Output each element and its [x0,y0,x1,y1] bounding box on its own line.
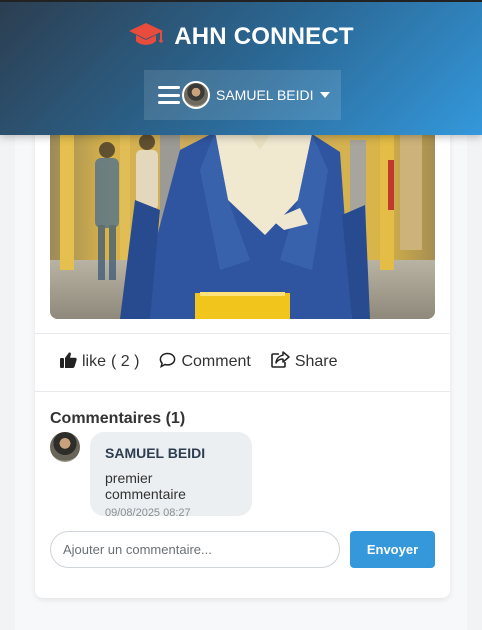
comment-text: premier commentaire [105,470,186,502]
divider [35,333,450,334]
hamburger-icon[interactable] [158,86,180,104]
user-avatar [182,81,210,109]
comment-button[interactable]: Comment [159,352,251,373]
caret-down-icon [319,92,330,98]
thumbs-up-icon [60,351,77,373]
user-name: SAMUEL BEIDI [216,87,314,103]
header-top-border [0,0,482,2]
user-menu-toggle[interactable]: SAMUEL BEIDI [144,70,341,120]
graduation-cap-icon [128,22,164,53]
brand-title: AHN CONNECT [174,23,354,50]
comment-bubble-icon [159,352,176,373]
like-count: ( 2 ) [111,353,140,370]
share-button[interactable]: Share [271,351,338,373]
divider [35,391,450,392]
comment-date: 09/08/2025 08:27 [105,507,191,519]
post-actions: like ( 2 ) Comment Share [60,350,338,374]
like-label: like [82,353,107,370]
share-icon [271,351,290,373]
brand[interactable]: AHN CONNECT [0,22,482,52]
comment-label: Comment [181,353,251,370]
post-image[interactable] [50,120,435,319]
comments-title: Commentaires (1) [50,410,186,427]
comment-input[interactable] [50,531,340,568]
post-photo-graphic [50,120,435,319]
comment-bubble: SAMUEL BEIDI premier commentaire 09/08/2… [90,432,252,519]
comment-author[interactable]: SAMUEL BEIDI [105,445,237,461]
app-header: AHN CONNECT SAMUEL BEIDI [0,0,482,135]
share-label: Share [294,353,338,370]
send-comment-button[interactable]: Envoyer [350,531,435,568]
like-button[interactable]: like ( 2 ) [60,351,140,373]
comment-author-avatar[interactable] [50,432,80,462]
